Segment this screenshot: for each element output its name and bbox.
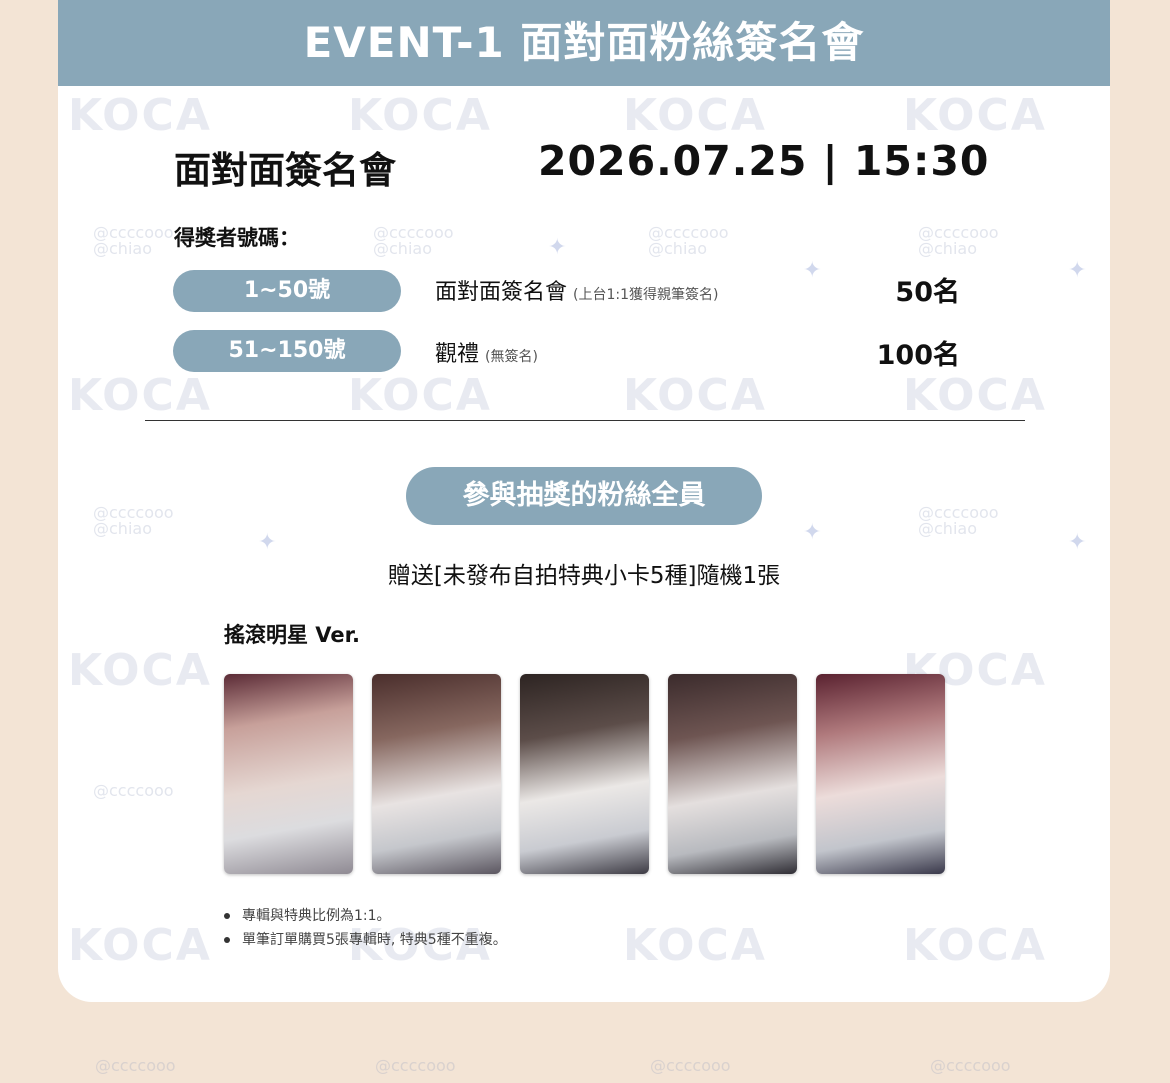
row-description: 面對面簽名會 (上台1:1獲得親筆簽名) — [435, 280, 719, 305]
watermark-logo: KOCA — [903, 920, 1047, 971]
row-count: 50名 — [895, 277, 960, 308]
watermark-logo: KOCA — [68, 90, 212, 141]
watermark-handle: @ccccooo — [930, 1056, 1011, 1075]
event-card: KOCA KOCA KOCA KOCA KOCA KOCA KOCA KOCA … — [58, 0, 1110, 1002]
watermark-logo: KOCA — [68, 645, 212, 696]
watermark-handle: @ccccooo @chiao — [373, 223, 454, 258]
sparkle-icon: ✦ — [1068, 530, 1087, 555]
event-title: 面對面簽名會 — [174, 149, 396, 192]
watermark-handle: @ccccooo @chiao — [93, 503, 174, 538]
version-label: 搖滾明星 Ver. — [224, 623, 360, 647]
row-count: 100名 — [876, 340, 960, 371]
watermark-handle: @ccccooo @chiao — [93, 223, 174, 258]
row-note: (無簽名) — [485, 349, 538, 365]
sparkle-icon: ✦ — [548, 235, 567, 260]
watermark-logo: KOCA — [623, 920, 767, 971]
watermark-logo: KOCA — [68, 370, 212, 421]
watermark-logo: KOCA — [623, 370, 767, 421]
notes-list: 專輯與特典比例為1:1。 單筆訂單購買5張專輯時, 特典5種不重複。 — [224, 905, 507, 953]
watermark-handle: @ccccooo @chiao — [918, 503, 999, 538]
watermark-logo: KOCA — [623, 90, 767, 141]
watermark-logo: KOCA — [348, 90, 492, 141]
watermark-handle: @ccccooo @chiao — [648, 223, 729, 258]
range-pill: 51~150號 — [173, 330, 401, 372]
bullet-icon — [224, 937, 230, 943]
range-pill: 1~50號 — [173, 270, 401, 312]
watermark-handle: @ccccooo — [93, 781, 174, 800]
all-participants-pill: 參與抽獎的粉絲全員 — [406, 467, 762, 525]
gift-text: 贈送[未發布自拍特典小卡5種]隨機1張 — [387, 563, 781, 589]
sparkle-icon: ✦ — [803, 520, 822, 545]
watermark-logo: KOCA — [903, 370, 1047, 421]
watermark-logo: KOCA — [903, 90, 1047, 141]
note-item: 單筆訂單購買5張專輯時, 特典5種不重複。 — [224, 929, 507, 949]
sparkle-icon: ✦ — [1068, 258, 1087, 283]
note-item: 專輯與特典比例為1:1。 — [224, 905, 507, 925]
sparkle-icon: ✦ — [803, 258, 822, 283]
photocard-image — [224, 674, 353, 874]
watermark-handle: @ccccooo — [375, 1056, 456, 1075]
photocard-image — [668, 674, 797, 874]
page-header: EVENT-1 面對面粉絲簽名會 — [58, 0, 1110, 86]
sparkle-icon: ✦ — [258, 530, 277, 555]
bullet-icon — [224, 913, 230, 919]
photocard-image — [816, 674, 945, 874]
photocard-image — [372, 674, 501, 874]
winners-label: 得獎者號碼： — [174, 226, 300, 250]
watermark-handle: @ccccooo @chiao — [918, 223, 999, 258]
row-description: 觀禮 (無簽名) — [435, 342, 538, 367]
event-datetime: 2026.07.25 | 15:30 — [538, 137, 990, 185]
photocard-image — [520, 674, 649, 874]
divider — [145, 420, 1025, 421]
watermark-handle: @ccccooo — [650, 1056, 731, 1075]
row-note: (上台1:1獲得親筆簽名) — [573, 287, 719, 303]
watermark-logo: KOCA — [68, 920, 212, 971]
watermark-handle: @ccccooo — [95, 1056, 176, 1075]
watermark-logo: KOCA — [348, 370, 492, 421]
